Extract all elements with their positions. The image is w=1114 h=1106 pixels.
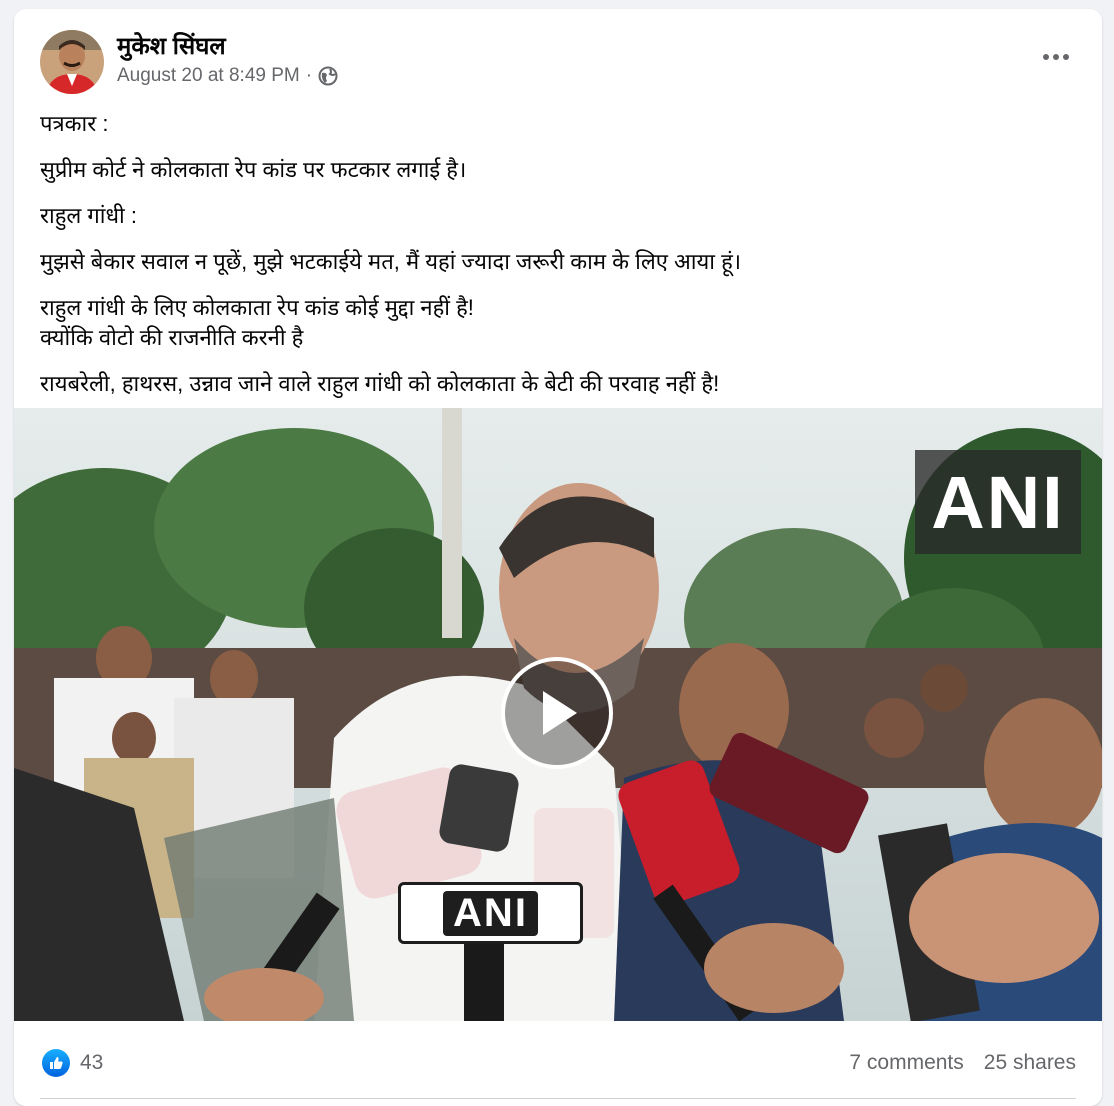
post-card: मुकेश सिंघल August 20 at 8:49 PM · पत्रक… [14,9,1102,1106]
author-name[interactable]: मुकेश सिंघल [117,29,226,62]
globe-icon[interactable] [318,66,338,86]
video-player[interactable]: ANI ANI [14,408,1102,1021]
post-header: मुकेश सिंघल August 20 at 8:49 PM · [14,9,1102,105]
mic-flag-label: ANI [443,890,538,936]
like-icon [42,1049,70,1077]
post-text: पत्रकार : सुप्रीम कोर्ट ने कोलकाता रेप क… [40,109,1082,399]
engagement-counts: 7 comments 25 shares [849,1051,1076,1075]
shares-count[interactable]: 25 shares [984,1051,1076,1075]
author-avatar[interactable] [40,30,104,94]
reactions-summary[interactable]: 43 [42,1049,103,1077]
ani-watermark: ANI [915,450,1081,554]
post-text-line: राहुल गांधी के लिए कोलकाता रेप कांड कोई … [40,295,474,320]
post-text-line: सुप्रीम कोर्ट ने कोलकाता रेप कांड पर फटक… [40,157,467,182]
comments-count[interactable]: 7 comments [849,1051,963,1075]
post-text-line: राहुल गांधी : [40,203,137,228]
mic-flag-ani: ANI [398,882,583,944]
post-footer: 43 7 comments 25 shares [14,1021,1102,1106]
post-text-line: पत्रकार : [40,111,109,136]
more-options-icon[interactable] [1038,39,1074,75]
post-text-line: रायबरेली, हाथरस, उन्नाव जाने वाले राहुल … [40,371,720,396]
post-timestamp[interactable]: August 20 at 8:49 PM [117,65,300,87]
post-text-line: मुझसे बेकार सवाल न पूछें, मुझे भटकाईये म… [40,249,742,274]
meta-separator: · [305,65,313,86]
play-icon[interactable] [501,657,613,769]
reaction-count: 43 [80,1051,104,1074]
post-meta: August 20 at 8:49 PM · [117,65,338,87]
post-text-line: क्योंकि वोटो की राजनीति करनी है [40,325,304,350]
footer-divider [40,1098,1076,1099]
